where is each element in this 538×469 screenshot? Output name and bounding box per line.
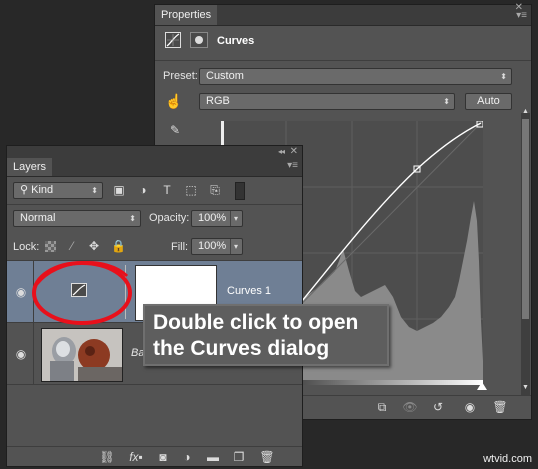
panel-menu-icon[interactable]: ▾≡ xyxy=(516,10,527,21)
visibility-eye-icon[interactable]: ◉ xyxy=(461,400,479,414)
new-layer-icon[interactable]: ❐ xyxy=(231,450,247,464)
tab-properties[interactable]: Properties xyxy=(155,5,218,25)
eyedropper-icon[interactable]: ✎ xyxy=(167,123,183,137)
preset-dropdown[interactable]: Custom ⬍ xyxy=(199,68,512,85)
filter-shape-icon[interactable]: ⬚ xyxy=(183,183,199,197)
black-point-strip xyxy=(221,121,224,145)
tab-layers[interactable]: Layers xyxy=(7,158,53,176)
chevron-updown-icon: ⬍ xyxy=(91,186,98,195)
layer-name[interactable]: Curves 1 xyxy=(227,285,271,297)
filter-pixel-icon[interactable]: ▣ xyxy=(111,183,127,197)
watermark: wtvid.com xyxy=(483,453,532,465)
eye-icon[interactable]: ◉ xyxy=(13,347,29,361)
annotation-circle xyxy=(32,261,132,325)
white-point-slider[interactable] xyxy=(477,382,487,390)
blend-mode-dropdown[interactable]: Normal ⬍ xyxy=(13,210,141,227)
callout-line-1: Double click to open xyxy=(153,311,359,334)
lock-move-icon[interactable]: ✥ xyxy=(87,239,101,253)
trash-icon[interactable]: 🗑 xyxy=(259,450,275,464)
close-panel-icon[interactable]: ✕ xyxy=(290,146,298,157)
lock-brush-icon[interactable]: ⁄ xyxy=(65,239,79,253)
auto-button[interactable]: Auto xyxy=(465,93,512,110)
layer-visibility-separator xyxy=(33,323,34,384)
new-adjustment-icon[interactable]: ◑ xyxy=(179,450,195,464)
properties-title: Curves xyxy=(217,35,255,47)
clip-icon[interactable]: ⧉ xyxy=(373,400,391,414)
panel-menu-icon[interactable]: ▾≡ xyxy=(287,160,298,171)
filter-type-icon[interactable]: T xyxy=(159,183,175,197)
opacity-label: Opacity: xyxy=(149,212,190,224)
lock-label: Lock: xyxy=(13,241,40,253)
curves-adjustment-icon xyxy=(165,32,181,48)
chevron-updown-icon: ⬍ xyxy=(129,214,136,223)
chevron-down-icon: ▾ xyxy=(229,239,238,254)
callout-line-2: the Curves dialog xyxy=(153,337,330,360)
filter-adjustment-icon[interactable]: ◑ xyxy=(135,183,151,197)
lock-icon[interactable]: 🔒 xyxy=(111,239,126,253)
layer-image-thumbnail[interactable] xyxy=(41,328,123,382)
filter-toggle[interactable] xyxy=(235,182,245,200)
chevron-updown-icon: ⬍ xyxy=(500,72,507,81)
collapse-panel-icon[interactable]: ◂◂ xyxy=(278,147,285,156)
lock-transparent-icon[interactable] xyxy=(45,241,56,252)
fill-label: Fill: xyxy=(171,241,189,253)
layers-tabbar: ◂◂ ✕ Layers ▾≡ xyxy=(7,146,302,177)
fill-value: 100% xyxy=(198,240,227,252)
view-previous-icon[interactable]: 👁 xyxy=(401,400,419,414)
fx-icon[interactable]: fx▪ xyxy=(125,450,147,464)
trash-icon[interactable]: 🗑 xyxy=(491,400,509,414)
properties-tabbar: Properties ✕ ▾≡ xyxy=(155,2,531,26)
folder-icon[interactable]: ▬ xyxy=(205,450,221,464)
hand-target-icon[interactable]: ☝ xyxy=(165,94,183,108)
preset-label: Preset: xyxy=(163,70,198,82)
chevron-down-icon: ▾ xyxy=(229,211,238,226)
kind-value: Kind xyxy=(31,184,54,196)
preset-value: Custom xyxy=(206,70,244,82)
layer-mask-icon[interactable] xyxy=(190,32,208,48)
scroll-up-icon[interactable]: ▲ xyxy=(521,105,530,119)
link-layers-icon[interactable]: ⛓ xyxy=(99,450,115,464)
opacity-field[interactable]: 100% ▾ xyxy=(191,210,243,227)
instruction-callout: Double click to open the Curves dialog xyxy=(143,304,389,366)
scroll-down-icon[interactable]: ▼ xyxy=(521,381,530,395)
properties-scrollbar[interactable] xyxy=(521,113,530,395)
channel-dropdown[interactable]: RGB ⬍ xyxy=(199,93,455,110)
channel-value: RGB xyxy=(206,95,230,107)
fill-field[interactable]: 100% ▾ xyxy=(191,238,243,255)
chevron-updown-icon: ⬍ xyxy=(443,97,450,106)
reset-icon[interactable]: ↺ xyxy=(429,400,447,414)
blend-mode-value: Normal xyxy=(20,212,56,224)
add-mask-icon[interactable]: ◙ xyxy=(155,450,171,464)
filter-smartobject-icon[interactable]: ⎘ xyxy=(207,183,223,197)
opacity-value: 100% xyxy=(198,212,227,224)
filter-kind-dropdown[interactable]: ⚲ Kind ⬍ xyxy=(13,182,103,199)
search-icon: ⚲ xyxy=(20,184,32,196)
